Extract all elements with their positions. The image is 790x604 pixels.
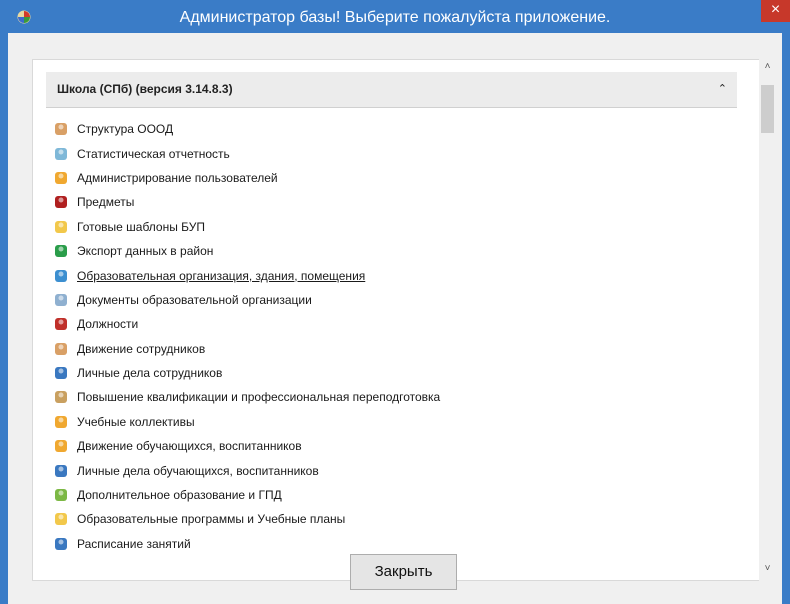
- list-item-label: Администрирование пользователей: [77, 170, 278, 185]
- list-item[interactable]: Экспорт данных в район: [46, 239, 737, 263]
- list-item-label: Статистическая отчетность: [77, 146, 230, 161]
- list-item-label: Повышение квалификации и профессиональна…: [77, 390, 441, 405]
- list-item-label: Учебные коллективы: [77, 414, 195, 429]
- vertical-scrollbar[interactable]: ˄ ˅: [759, 59, 776, 581]
- list-item[interactable]: Образовательные программы и Учебные план…: [46, 507, 737, 531]
- list-item[interactable]: Движение сотрудников: [46, 337, 737, 361]
- group-title: Школа (СПб) (версия 3.14.8.3): [57, 82, 233, 96]
- list-item[interactable]: Готовые шаблоны БУП: [46, 215, 737, 239]
- calendar-icon: [55, 537, 67, 550]
- group-icon: [55, 489, 67, 502]
- report-icon: [55, 147, 67, 160]
- scroll-down-icon[interactable]: ˅: [759, 563, 776, 579]
- folder-icon: [55, 220, 67, 233]
- card-icon: [55, 367, 67, 380]
- building-icon: [55, 269, 67, 282]
- close-window-button[interactable]: ×: [761, 0, 790, 22]
- list-item[interactable]: Должности: [46, 312, 737, 336]
- board-icon: [55, 196, 67, 209]
- dialog-body: Школа (СПб) (версия 3.14.8.3) ⌃ Структур…: [8, 33, 782, 604]
- list-item-label: Документы образовательной организации: [77, 292, 312, 307]
- list-item-label: Движение обучающихся, воспитанников: [77, 439, 302, 454]
- list-item[interactable]: Дополнительное образование и ГПД: [46, 483, 737, 507]
- list-item-label: Предметы: [77, 195, 135, 210]
- list-item-label: Готовые шаблоны БУП: [77, 219, 206, 234]
- list-item-label: Должности: [77, 317, 139, 332]
- person-icon: [55, 123, 67, 136]
- list-item[interactable]: Статистическая отчетность: [46, 141, 737, 165]
- group-header[interactable]: Школа (СПб) (версия 3.14.8.3) ⌃: [46, 72, 737, 108]
- list-item[interactable]: Предметы: [46, 190, 737, 214]
- collapse-chevron-icon[interactable]: ⌃: [718, 82, 727, 95]
- close-button[interactable]: Закрыть: [350, 554, 457, 590]
- card-icon: [55, 464, 67, 477]
- application-list: Структура ОООД Статистическая отчетность А…: [46, 117, 737, 556]
- dialog-window: Администратор базы! Выберите пожалуйста …: [0, 0, 790, 604]
- list-item[interactable]: Личные дела сотрудников: [46, 361, 737, 385]
- list-item[interactable]: Документы образовательной организации: [46, 288, 737, 312]
- export-icon: [55, 245, 67, 258]
- list-item[interactable]: Расписание занятий: [46, 532, 737, 556]
- list-item[interactable]: Образовательная организация, здания, пом…: [46, 263, 737, 287]
- list-item[interactable]: Личные дела обучающихся, воспитанников: [46, 458, 737, 482]
- graduate-icon: [55, 391, 67, 404]
- briefcase-icon: [55, 318, 67, 331]
- list-item-label: Экспорт данных в район: [77, 244, 214, 259]
- user-icon: [55, 440, 67, 453]
- list-item-label: Структура ОООД: [77, 122, 174, 137]
- list-item-label: Движение сотрудников: [77, 341, 206, 356]
- list-item[interactable]: Структура ОООД: [46, 117, 737, 141]
- scroll-thumb[interactable]: [761, 85, 774, 133]
- list-item-label: Личные дела обучающихся, воспитанников: [77, 463, 319, 478]
- title-bar: Администратор базы! Выберите пожалуйста …: [0, 0, 790, 33]
- group-icon: [55, 415, 67, 428]
- document-icon: [55, 293, 67, 306]
- list-item-label: Образовательные программы и Учебные план…: [77, 512, 346, 527]
- list-item-label: Дополнительное образование и ГПД: [77, 488, 282, 503]
- person-icon: [55, 342, 67, 355]
- list-item[interactable]: Администрирование пользователей: [46, 166, 737, 190]
- application-list-panel[interactable]: Школа (СПб) (версия 3.14.8.3) ⌃ Структур…: [32, 59, 761, 581]
- list-item[interactable]: Повышение квалификации и профессиональна…: [46, 385, 737, 409]
- list-item-label: Личные дела сотрудников: [77, 366, 223, 381]
- list-item-label: Образовательная организация, здания, пом…: [77, 268, 366, 283]
- window-title: Администратор базы! Выберите пожалуйста …: [179, 9, 611, 26]
- scroll-up-icon[interactable]: ˄: [759, 61, 776, 77]
- list-item[interactable]: Движение обучающихся, воспитанников: [46, 434, 737, 458]
- list-item[interactable]: Учебные коллективы: [46, 410, 737, 434]
- user-icon: [55, 171, 67, 184]
- folder-icon: [55, 513, 67, 526]
- list-item-label: Расписание занятий: [77, 536, 191, 551]
